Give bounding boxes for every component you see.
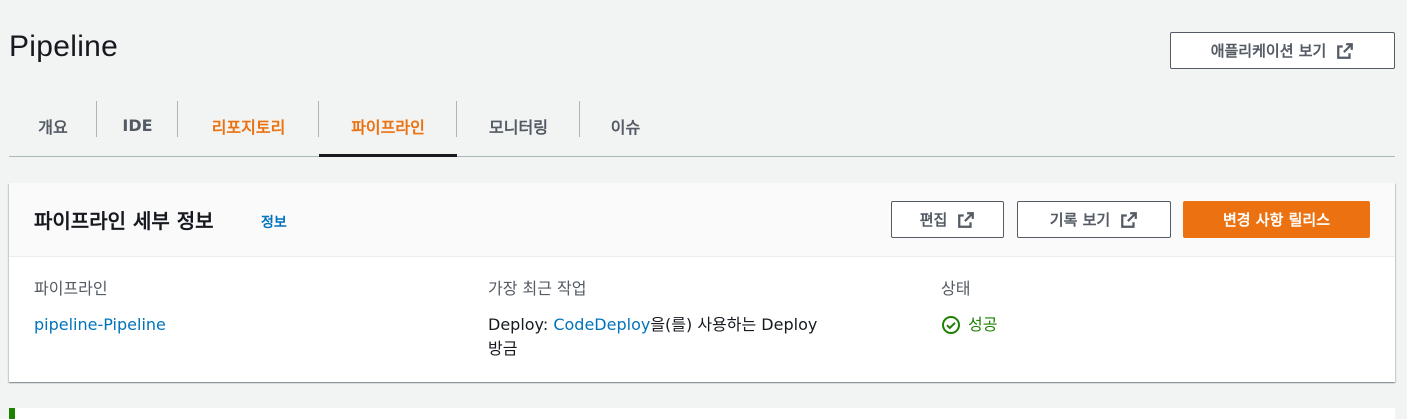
external-link-icon (1337, 42, 1354, 59)
page: Pipeline 애플리케이션 보기 개요 IDE 리포지토리 파이프라인 모니… (0, 0, 1407, 419)
tab-label: 개요 (38, 117, 68, 137)
page-title: Pipeline (9, 30, 119, 63)
tab-ide[interactable]: IDE (97, 95, 178, 156)
check-circle-icon (942, 316, 960, 334)
edit-button[interactable]: 편집 (891, 201, 1004, 238)
recent-action-label: 가장 최근 작업 (488, 279, 587, 298)
status-value: 성공 (941, 313, 997, 337)
codedeploy-link[interactable]: CodeDeploy (553, 315, 650, 334)
view-application-button[interactable]: 애플리케이션 보기 (1170, 32, 1395, 69)
external-link-icon (1121, 211, 1138, 228)
recent-action-value: Deploy: CodeDeploy을(를) 사용하는 Deploy 방금 (488, 313, 868, 361)
external-link-icon (958, 211, 975, 228)
tab-repository[interactable]: 리포지토리 (178, 95, 319, 156)
view-application-label: 애플리케이션 보기 (1210, 42, 1327, 60)
info-link[interactable]: 정보 (261, 212, 287, 232)
panel-header: 파이프라인 세부 정보 정보 편집 기록 보기 변경 사항 릴리스 (9, 183, 1395, 257)
pipeline-column: 파이프라인 pipeline-Pipeline (34, 275, 166, 337)
release-change-label: 변경 사항 릴리스 (1222, 211, 1331, 229)
panel-title: 파이프라인 세부 정보 (34, 209, 214, 233)
tab-label: 모니터링 (489, 117, 548, 137)
tab-monitoring[interactable]: 모니터링 (457, 95, 580, 156)
status-text: 성공 (968, 315, 998, 334)
edit-button-label: 편집 (919, 211, 948, 229)
tab-label: IDE (122, 116, 153, 135)
tab-label: 이슈 (610, 117, 641, 137)
release-change-button[interactable]: 변경 사항 릴리스 (1183, 201, 1370, 238)
tab-label: 파이프라인 (351, 117, 425, 137)
recent-action-time: 방금 (488, 339, 518, 358)
pipeline-label: 파이프라인 (34, 279, 108, 298)
tab-pipeline[interactable]: 파이프라인 (319, 95, 457, 157)
recent-action-column: 가장 최근 작업 Deploy: CodeDeploy을(를) 사용하는 Dep… (488, 275, 868, 361)
status-label: 상태 (941, 279, 971, 298)
view-history-label: 기록 보기 (1049, 211, 1111, 229)
tab-overview[interactable]: 개요 (9, 95, 97, 156)
stage-card-partial (9, 408, 1395, 419)
tab-bar: 개요 IDE 리포지토리 파이프라인 모니터링 이슈 (9, 95, 1395, 157)
recent-action-suffix: 을(를) 사용하는 Deploy (650, 315, 818, 334)
recent-action-prefix: Deploy: (488, 315, 554, 334)
view-history-button[interactable]: 기록 보기 (1017, 201, 1171, 238)
status-column: 상태 성공 (941, 275, 997, 337)
tab-issues[interactable]: 이슈 (580, 95, 671, 156)
tab-label: 리포지토리 (211, 117, 286, 137)
pipeline-details-panel: 파이프라인 세부 정보 정보 편집 기록 보기 변경 사항 릴리스 파이프라인 (9, 183, 1395, 382)
pipeline-name-link[interactable]: pipeline-Pipeline (34, 315, 166, 334)
